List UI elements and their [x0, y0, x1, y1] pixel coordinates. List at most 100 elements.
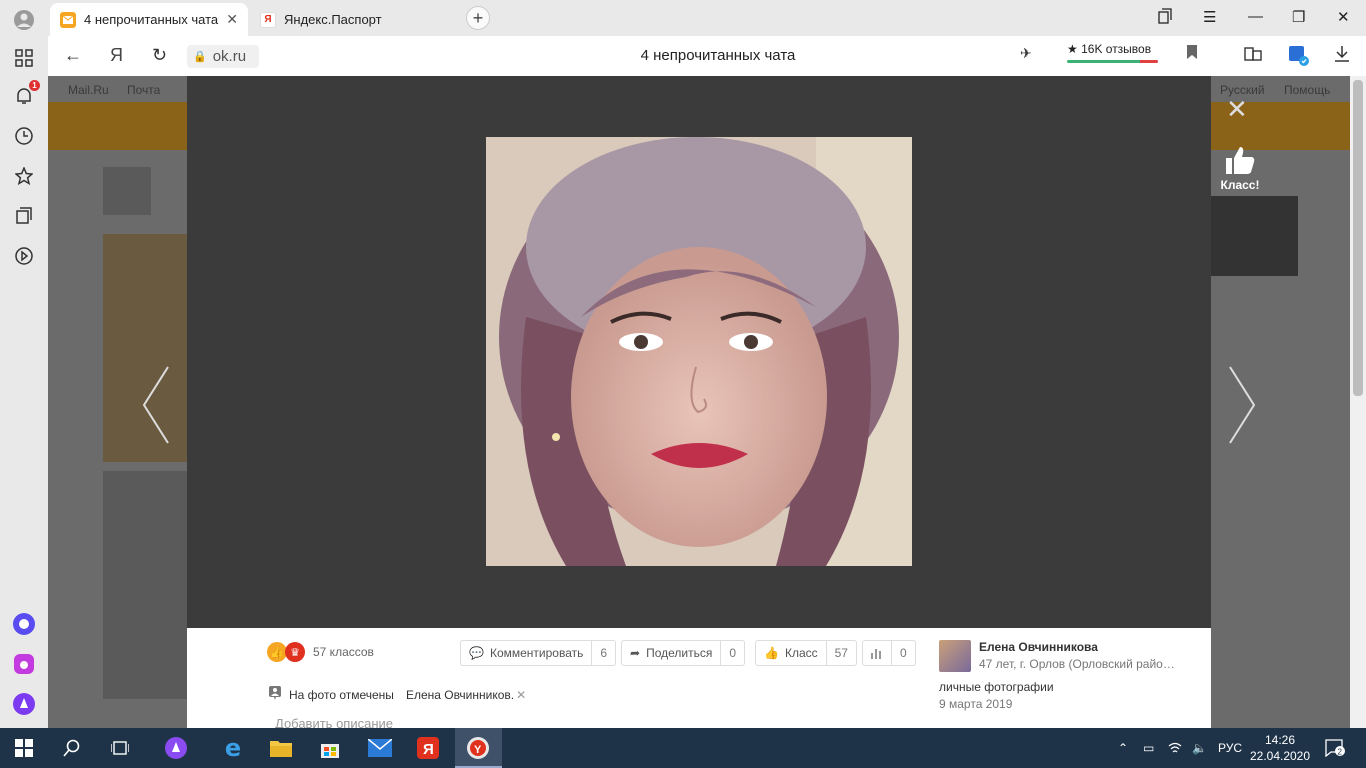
love-reaction-icon: ♛	[285, 642, 305, 662]
alice-assistant-icon[interactable]	[12, 692, 36, 716]
klass-label: Класс	[784, 646, 818, 660]
yandex-home-icon[interactable]: Я	[110, 45, 123, 66]
messenger-app-icon[interactable]	[12, 612, 36, 636]
wifi-icon[interactable]	[1168, 728, 1182, 768]
comment-button[interactable]: 💬 Комментировать 6	[460, 640, 617, 666]
reader-mode-icon[interactable]: ✈	[1020, 45, 1032, 62]
comment-icon: 💬	[469, 646, 484, 660]
tagged-person-link[interactable]: Елена Овчинников.	[406, 688, 514, 702]
like-reaction-icon: 👍	[267, 642, 287, 662]
share-label: Поделиться	[646, 646, 713, 660]
tab-title: Яндекс.Паспорт	[284, 12, 382, 27]
new-tab-button[interactable]: +	[466, 6, 490, 30]
windows-taskbar: e Я Y ⌃ ▭ 🔈 РУС 14:26 22.04.2020 2	[0, 728, 1366, 768]
history-clock-icon[interactable]	[12, 124, 36, 148]
photo-date: 9 марта 2019	[939, 697, 1013, 711]
task-view-icon[interactable]	[108, 736, 132, 760]
edge-browser-icon[interactable]: e	[221, 734, 245, 762]
photo-viewer	[187, 76, 1211, 628]
comment-label: Комментировать	[489, 646, 584, 660]
stats-bars-icon	[863, 647, 891, 659]
share-count: 0	[720, 641, 744, 665]
share-button[interactable]: ➦ Поделиться 0	[621, 640, 746, 666]
page-scrollbar[interactable]	[1350, 76, 1366, 728]
album-link[interactable]: личные фотографии	[939, 680, 1054, 694]
notifications-bell-icon[interactable]: 1	[12, 80, 40, 108]
klass-side-button[interactable]: Класс!	[1218, 145, 1262, 192]
author-avatar[interactable]	[939, 640, 971, 672]
viewer-photo	[486, 137, 912, 566]
klass-side-label: Класс!	[1220, 178, 1260, 192]
tab-manager-icon[interactable]	[1158, 8, 1172, 28]
bg-link-help: Помощь	[1284, 83, 1331, 97]
prev-photo-arrow-icon[interactable]	[140, 365, 180, 445]
input-language[interactable]: РУС	[1218, 728, 1242, 768]
back-arrow-icon[interactable]: ←	[64, 45, 82, 66]
apps-grid-icon[interactable]	[12, 46, 36, 70]
stats-button[interactable]: 0	[862, 640, 916, 666]
downloads-icon[interactable]	[1334, 45, 1350, 68]
svg-text:Я: Я	[423, 741, 434, 758]
scrollbar-thumb[interactable]	[1353, 80, 1363, 396]
reload-icon[interactable]: ↻	[152, 45, 167, 66]
klass-button[interactable]: 👍 Класс 57	[755, 640, 857, 666]
battery-icon[interactable]: ▭	[1143, 728, 1154, 768]
minimize-icon[interactable]: —	[1248, 8, 1263, 25]
show-hidden-icons[interactable]: ⌃	[1118, 728, 1128, 768]
menu-hamburger-icon[interactable]: ☰	[1203, 8, 1216, 26]
yandex-browser-icon[interactable]: Y	[466, 736, 490, 760]
reviews-rating-bar	[1067, 60, 1158, 63]
profile-icon[interactable]	[12, 8, 36, 32]
stats-count: 0	[891, 641, 915, 665]
bookmark-icon[interactable]	[1186, 45, 1198, 62]
tagged-label: На фото отмечены	[289, 687, 394, 702]
mail-app-icon[interactable]	[368, 736, 392, 760]
author-meta: 47 лет, г. Орлов (Орловский райо…	[979, 657, 1175, 671]
yandex-taskbar-icon[interactable]: Я	[416, 736, 440, 760]
klass-thumb-icon: 👍	[764, 646, 779, 660]
tab-ok-chats[interactable]: 4 непрочитанных чата ✕	[50, 3, 248, 36]
collections-icon[interactable]	[12, 204, 36, 228]
site-reviews[interactable]: ★ 16K отзывов	[1067, 42, 1151, 56]
search-icon[interactable]	[60, 736, 84, 760]
media-play-icon[interactable]	[12, 244, 36, 268]
tab-bar: 4 непрочитанных чата ✕ Я Яндекс.Паспорт …	[48, 0, 1366, 36]
url-field[interactable]: 🔒 ok.ru	[187, 45, 259, 68]
windows-start-icon[interactable]	[12, 736, 36, 760]
system-clock[interactable]: 14:26 22.04.2020	[1248, 732, 1312, 764]
url-text: ok.ru	[212, 48, 247, 65]
store-icon[interactable]	[318, 736, 342, 760]
music-app-icon[interactable]	[12, 652, 36, 676]
volume-icon[interactable]: 🔈	[1192, 728, 1207, 768]
comment-count: 6	[591, 641, 615, 665]
tab-yandex-passport[interactable]: Я Яндекс.Паспорт	[250, 3, 448, 36]
tab-close-icon[interactable]: ✕	[226, 11, 238, 28]
bg-link-mail: Почта	[127, 83, 161, 97]
close-window-icon[interactable]: ✕	[1337, 8, 1350, 26]
tab-title: 4 непрочитанных чата	[84, 12, 219, 27]
bg-avatar	[103, 167, 151, 215]
next-photo-arrow-icon[interactable]	[1226, 365, 1266, 445]
thumbs-up-icon	[1226, 147, 1255, 174]
tagged-people: На фото отмечены Елена Овчинников. ✕	[269, 686, 526, 703]
page-title: 4 непрочитанных чата	[640, 47, 796, 64]
close-viewer-icon[interactable]: ✕	[1226, 94, 1248, 125]
address-bar: ← Я ↻ 🔒 ok.ru 4 непрочитанных чата ✈ ★ 1…	[48, 36, 1366, 76]
collections-toolbar-icon[interactable]	[1244, 45, 1262, 68]
lock-icon: 🔒	[193, 51, 207, 63]
mail-favicon-icon	[60, 11, 76, 28]
author-name[interactable]: Елена Овчинникова	[979, 640, 1098, 654]
file-explorer-icon[interactable]	[269, 736, 293, 760]
reactions-summary[interactable]: 👍 ♛ 57 классов	[267, 642, 374, 662]
action-center-icon[interactable]: 2	[1325, 728, 1345, 768]
alice-taskbar-icon[interactable]	[164, 736, 188, 760]
bg-photo-2	[103, 471, 187, 699]
remove-tag-icon[interactable]: ✕	[516, 688, 526, 702]
clock-date: 22.04.2020	[1249, 749, 1311, 763]
notification-badge: 1	[29, 80, 40, 91]
photo-info-panel: 👍 ♛ 57 классов 💬 Комментировать 6 ➦ Подели…	[187, 628, 1211, 731]
translate-icon[interactable]	[1288, 45, 1310, 72]
bg-ad-image	[1208, 196, 1298, 276]
restore-window-icon[interactable]: ❐	[1292, 8, 1305, 26]
bookmarks-star-icon[interactable]	[12, 164, 36, 188]
